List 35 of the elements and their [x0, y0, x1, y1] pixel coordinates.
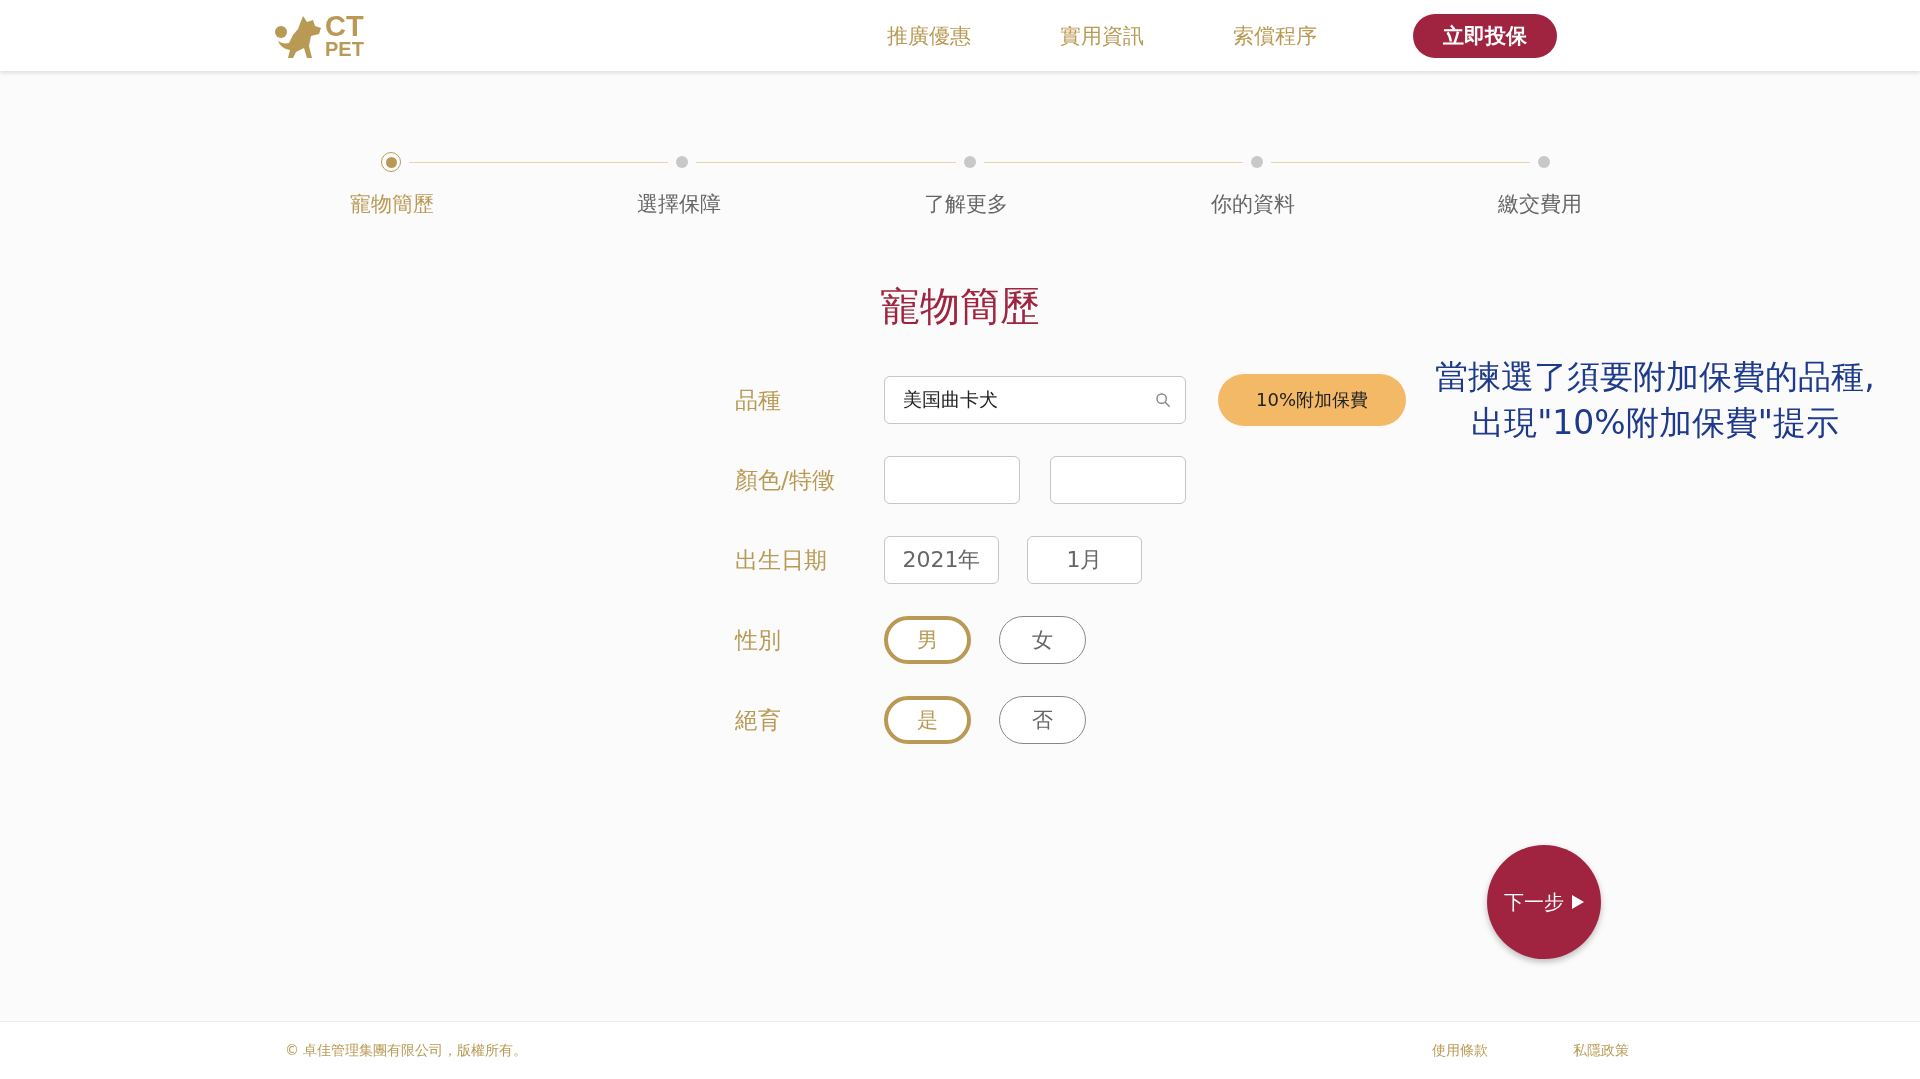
nav-link[interactable]: 推廣優惠	[842, 21, 1015, 50]
copyright-text: © 卓佳管理集團有限公司，版權所有。	[285, 1041, 529, 1060]
step-label: 你的資料	[1210, 191, 1295, 218]
insure-now-button[interactable]: 立即投保	[1413, 13, 1557, 58]
nav-link[interactable]: 索償程序	[1188, 21, 1361, 50]
step-label: 了解更多	[923, 191, 1008, 218]
page-title: 寵物簡歷	[879, 282, 1041, 331]
surcharge-badge: 10%附加保費	[1218, 374, 1406, 426]
step-label: 繳交費用	[1497, 191, 1582, 218]
search-field[interactable]: 美国曲卡犬	[884, 376, 1186, 424]
field-label: 品種	[735, 385, 782, 415]
step-label: 選擇保障	[636, 191, 721, 218]
date-select[interactable]: 2021年	[884, 536, 999, 584]
input-field[interactable]	[884, 456, 1020, 504]
option-button[interactable]: 是	[884, 696, 971, 744]
field-label: 絕育	[735, 705, 782, 735]
field-label: 性別	[735, 625, 782, 655]
field-label: 顏色/特徵	[735, 465, 836, 495]
step-label: 寵物簡歷	[349, 191, 434, 218]
option-button[interactable]: 女	[999, 616, 1086, 664]
play-icon	[1572, 895, 1584, 909]
logo-text: CT	[325, 13, 364, 40]
footer-link[interactable]: 使用條款	[1432, 1041, 1573, 1060]
date-select[interactable]: 1月	[1027, 536, 1142, 584]
nav-link[interactable]: 實用資訊	[1015, 21, 1188, 50]
next-button[interactable]: 下一步	[1487, 845, 1601, 959]
option-button[interactable]: 否	[999, 696, 1086, 744]
footer-link[interactable]: 私隱政策	[1573, 1041, 1714, 1060]
option-button[interactable]: 男	[884, 616, 971, 664]
annotation-text: 當揀選了須要附加保費的品種, 出現"10%附加保費"提示	[1434, 355, 1876, 444]
logo-text: PET	[325, 39, 364, 58]
logo[interactable]: CT PET	[273, 11, 383, 60]
field-label: 出生日期	[735, 545, 828, 575]
search-icon	[1155, 392, 1171, 408]
input-field[interactable]	[1050, 456, 1186, 504]
